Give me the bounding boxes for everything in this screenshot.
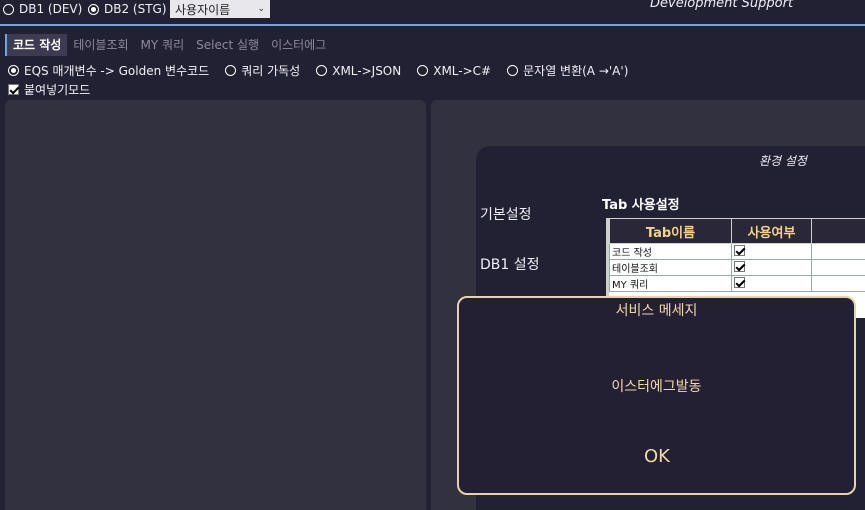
settings-title: 환경 설정 bbox=[759, 154, 807, 168]
dialog-message: 이스터에그발동 bbox=[611, 379, 702, 395]
table-row: 코드 작성 bbox=[609, 243, 865, 260]
row-use-cell bbox=[731, 259, 812, 276]
dialog-title: 서비스 메세지 bbox=[615, 303, 698, 319]
mode-readability-radio[interactable] bbox=[225, 65, 237, 76]
row-use-checkbox[interactable] bbox=[734, 260, 745, 272]
mode-xml-csharp-label: XML->C# bbox=[433, 63, 492, 78]
row-use-checkbox[interactable] bbox=[734, 276, 745, 288]
tab-code[interactable]: 코드 작성 bbox=[5, 34, 68, 56]
main-tabs: 코드 작성 테이블조회 MY 쿼리 Select 실행 이스터에그 bbox=[5, 34, 332, 56]
mode-string-convert-radio[interactable] bbox=[507, 65, 519, 76]
table-row: 테이블조회 bbox=[609, 259, 865, 276]
dialog-ok-button[interactable]: OK bbox=[629, 446, 685, 467]
row-tab-name: 코드 작성 bbox=[609, 243, 732, 260]
mode-readability-label: 쿼리 가독성 bbox=[241, 64, 301, 78]
mode-xml-csharp-radio[interactable] bbox=[417, 65, 429, 76]
tab-my-query[interactable]: MY 쿼리 bbox=[135, 34, 191, 56]
mode-radio-group: EQS 매개변수 -> Golden 변수코드 쿼리 가독성 XML->JSON… bbox=[8, 62, 628, 79]
tab-easter-egg[interactable]: 이스터에그 bbox=[265, 34, 332, 56]
row-use-cell bbox=[731, 275, 812, 292]
row-empty-cell bbox=[811, 259, 865, 276]
settings-nav-db1[interactable]: DB1 설정 bbox=[480, 254, 540, 274]
tab-usage-section-title: Tab 사용설정 bbox=[602, 198, 680, 213]
row-use-cell bbox=[731, 243, 812, 260]
db1-radio[interactable] bbox=[3, 3, 14, 15]
db1-label: DB1 (DEV) bbox=[19, 2, 83, 16]
app-subtitle: Development Support bbox=[650, 0, 794, 11]
service-message-dialog: 서비스 메세지 이스터에그발동 OK bbox=[457, 296, 856, 495]
table-row: MY 쿼리 bbox=[609, 275, 865, 292]
tab-table-query[interactable]: 테이블조회 bbox=[67, 34, 134, 56]
settings-nav-basic[interactable]: 기본설정 bbox=[480, 204, 532, 224]
user-select[interactable]: 사용자이름 ⌄ bbox=[170, 0, 270, 18]
db2-radio-group[interactable]: DB2 (STG) bbox=[88, 2, 167, 16]
paste-mode-checkbox[interactable] bbox=[8, 84, 19, 95]
mode-eqs-radio[interactable] bbox=[8, 65, 19, 76]
row-use-checkbox[interactable] bbox=[734, 244, 745, 256]
row-empty-cell bbox=[811, 243, 865, 260]
db2-radio[interactable] bbox=[88, 3, 99, 15]
mode-xml-json-radio[interactable] bbox=[316, 65, 328, 76]
row-tab-name: 테이블조회 bbox=[609, 259, 732, 276]
col-tab-name: Tab이름 bbox=[609, 218, 732, 244]
table-header-row: Tab이름 사용여부 bbox=[609, 218, 865, 244]
tab-select-run[interactable]: Select 실행 bbox=[190, 34, 265, 56]
mode-string-convert-label: 문자열 변환(A →'A') bbox=[523, 64, 629, 78]
input-panel[interactable] bbox=[5, 100, 426, 510]
tab-usage-table: Tab이름 사용여부 코드 작성 테이블조회 MY 쿼리 bbox=[609, 218, 865, 292]
user-select-value: 사용자이름 bbox=[175, 2, 231, 17]
col-use: 사용여부 bbox=[731, 218, 812, 244]
chevron-down-icon: ⌄ bbox=[257, 4, 265, 14]
db1-radio-group[interactable]: DB1 (DEV) bbox=[3, 2, 82, 16]
header-divider bbox=[0, 24, 865, 26]
col-empty bbox=[811, 218, 865, 244]
paste-mode-checkbox-group[interactable]: 붙여넣기모드 bbox=[8, 81, 90, 98]
row-empty-cell bbox=[811, 275, 865, 292]
paste-mode-label: 붙여넣기모드 bbox=[24, 83, 91, 97]
mode-eqs-label: EQS 매개변수 -> Golden 변수코드 bbox=[24, 64, 210, 78]
db2-label: DB2 (STG) bbox=[104, 2, 167, 16]
row-tab-name: MY 쿼리 bbox=[609, 275, 732, 292]
mode-xml-json-label: XML->JSON bbox=[332, 63, 402, 78]
